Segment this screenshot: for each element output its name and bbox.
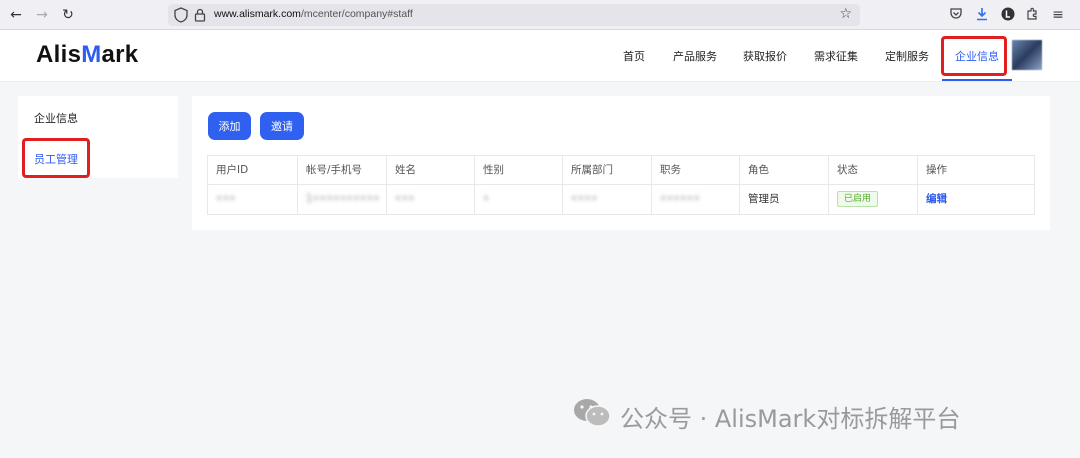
- extensions-icon[interactable]: [1024, 7, 1040, 23]
- cell-department: ••••: [563, 185, 652, 214]
- add-button[interactable]: 添加: [208, 112, 251, 140]
- staff-table: 用户ID 帐号/手机号 姓名 性别 所属部门 职务 角色 状态 操作 ••• 1…: [207, 155, 1035, 215]
- nav-item-home[interactable]: 首页: [623, 48, 645, 64]
- reload-icon[interactable]: ↻: [60, 7, 76, 23]
- sidebar-item-company-info[interactable]: 企业信息: [34, 110, 78, 126]
- back-arrow-icon[interactable]: ←: [8, 7, 24, 23]
- url-text: www.alismark.com/mcenter/company#staff: [214, 8, 413, 20]
- wechat-icon: [574, 399, 611, 427]
- column-header-position: 职务: [652, 156, 740, 185]
- nav-item-custom[interactable]: 定制服务: [885, 48, 929, 64]
- watermark-text: 公众号 · AlisMark对标拆解平台: [620, 405, 961, 433]
- column-header-action: 操作: [926, 164, 947, 176]
- status-badge: 已启用: [837, 191, 879, 207]
- cell-role: 管理员: [740, 185, 829, 214]
- nav-item-company-info[interactable]: 企业信息: [955, 48, 999, 64]
- sidebar-item-staff-management[interactable]: 员工管理: [34, 151, 78, 167]
- cell-account: 1••••••••••: [298, 185, 387, 214]
- download-icon[interactable]: [974, 7, 990, 23]
- forward-arrow-icon[interactable]: →: [34, 7, 50, 23]
- cell-name: •••: [387, 185, 475, 214]
- nav-item-quote[interactable]: 获取报价: [743, 48, 787, 64]
- table-header-row: 用户ID 帐号/手机号 姓名 性别 所属部门 职务 角色 状态 操作: [208, 156, 1034, 185]
- column-header-user-id: 用户ID: [208, 156, 298, 185]
- lock-icon[interactable]: [194, 8, 206, 22]
- avatar[interactable]: [1012, 40, 1042, 70]
- shield-icon[interactable]: [174, 7, 188, 23]
- cell-action: 编辑: [918, 185, 1034, 214]
- pocket-icon[interactable]: [948, 7, 964, 23]
- column-header-gender: 性别: [475, 156, 563, 185]
- column-header-status: 状态: [829, 156, 918, 185]
- nav-item-demand[interactable]: 需求征集: [814, 48, 858, 64]
- alismark-logo[interactable]: AlisMark: [36, 41, 138, 69]
- edit-link[interactable]: 编辑: [926, 193, 947, 205]
- column-header-department: 所属部门: [563, 156, 652, 185]
- browser-toolbar: ← → ↻ www.alismark.com/mcenter/company#s…: [0, 0, 1080, 30]
- cell-user-id: •••: [208, 185, 298, 214]
- nav-active-underline: [942, 79, 1012, 81]
- column-header-account: 帐号/手机号: [298, 156, 387, 185]
- bookmark-star-icon[interactable]: ☆: [839, 6, 852, 22]
- cell-position: ••••••: [652, 185, 740, 214]
- staff-panel: 添加 邀请 用户ID 帐号/手机号 姓名 性别 所属部门 职务 角色 状态 操作…: [192, 96, 1050, 230]
- column-header-name: 姓名: [387, 156, 475, 185]
- address-bar[interactable]: www.alismark.com/mcenter/company#staff ☆: [168, 4, 860, 26]
- column-header-role: 角色: [740, 156, 829, 185]
- nav-item-products[interactable]: 产品服务: [673, 48, 717, 64]
- site-header: AlisMark 首页 产品服务 获取报价 需求征集 定制服务 企业信息: [0, 30, 1080, 82]
- table-row: ••• 1•••••••••• ••• • •••• •••••• 管理员 已启…: [208, 185, 1034, 214]
- cell-gender: •: [475, 185, 563, 214]
- menu-hamburger-icon[interactable]: ≡: [1050, 7, 1066, 23]
- cell-status: 已启用: [829, 185, 918, 214]
- account-icon[interactable]: [1000, 7, 1016, 23]
- invite-button[interactable]: 邀请: [260, 112, 304, 140]
- sidebar: 企业信息 员工管理: [18, 96, 178, 178]
